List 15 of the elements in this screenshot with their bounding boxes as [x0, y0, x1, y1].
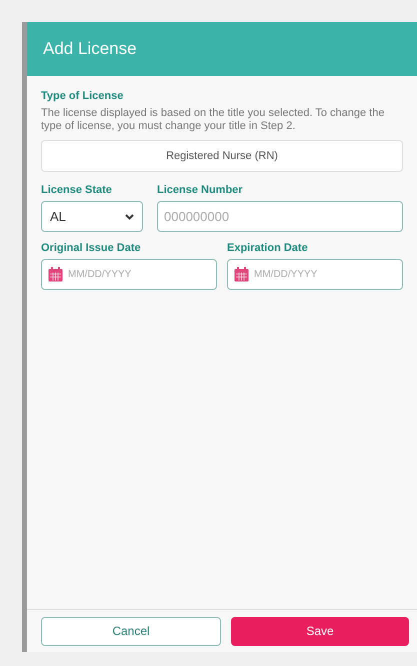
field-label: Type of License [41, 90, 124, 102]
field-label: License Number [157, 184, 244, 196]
chevron-down-icon [125, 214, 134, 220]
date-field[interactable]: MM/DD/YYYY [227, 259, 403, 290]
date-field[interactable]: MM/DD/YYYY [41, 259, 217, 290]
cancel-button[interactable]: Cancel [41, 616, 221, 646]
state-dropdown[interactable]: AL [41, 201, 143, 232]
description-text: The license displayed is based on the title you selected. To change the type of license, you must change your title in Step 2. [41, 107, 386, 133]
field-label: License State [41, 184, 113, 196]
field-label: Original Issue Date [41, 242, 142, 254]
license-type-field: Registered Nurse (RN) [41, 140, 403, 172]
dialog-title: Add License [43, 39, 137, 59]
field-label: Expiration Date [227, 242, 309, 254]
save-button[interactable]: Save [231, 616, 409, 646]
license-number-field[interactable]: 000000000 [157, 201, 403, 232]
